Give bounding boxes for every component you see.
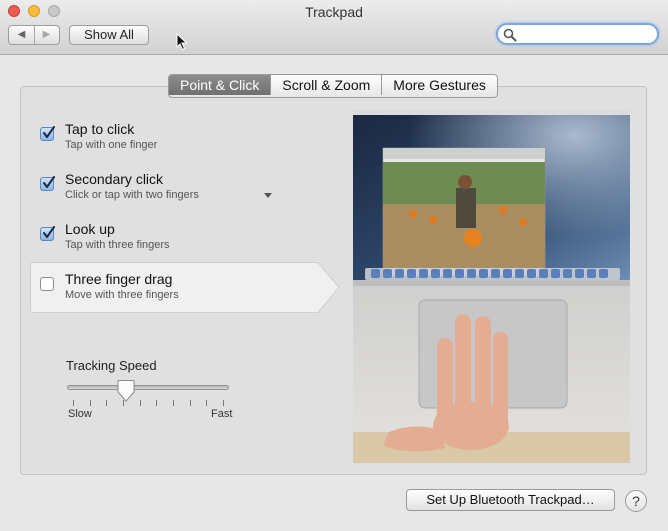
option-subtitle: Tap with one finger	[65, 139, 158, 151]
search-field[interactable]	[496, 23, 659, 45]
slider-tick	[173, 400, 174, 406]
dropdown-arrow-icon[interactable]	[264, 193, 272, 198]
checkmark-icon	[43, 226, 55, 238]
window-title: Trackpad	[305, 4, 363, 20]
option-subtitle: Click or tap with two fingers	[65, 189, 199, 201]
look-up-checkbox[interactable]	[40, 226, 55, 241]
slider-tick	[90, 400, 91, 406]
slider-tick	[106, 400, 107, 406]
tab-more-gestures[interactable]: More Gestures	[382, 75, 497, 95]
checkmark-icon	[43, 176, 55, 188]
option-title: Three finger drag	[65, 271, 173, 287]
option-title: Look up	[65, 221, 115, 237]
mouse-pointer-icon	[176, 33, 188, 51]
checkmark-icon	[43, 126, 55, 138]
slider-tick	[190, 400, 191, 406]
setup-bluetooth-trackpad-button[interactable]: Set Up Bluetooth Trackpad…	[406, 489, 615, 511]
slider-min-label: Slow	[68, 408, 92, 420]
forward-button[interactable]: ▶	[34, 26, 59, 44]
option-title: Secondary click	[65, 171, 164, 187]
slider-thumb[interactable]	[116, 380, 136, 402]
tab-scroll-zoom[interactable]: Scroll & Zoom	[271, 75, 383, 95]
window-titlebar: Trackpad ◀ ▶ Show All	[0, 0, 668, 55]
slider-tick	[140, 400, 141, 406]
slider-ticks	[67, 400, 229, 406]
option-subtitle: Move with three fingers	[65, 289, 179, 301]
tracking-speed-slider[interactable]	[67, 385, 229, 390]
tab-bar: Point & Click Scroll & Zoom More Gesture…	[168, 74, 498, 98]
slider-tick	[73, 400, 74, 406]
slider-tick	[223, 400, 224, 406]
back-button[interactable]: ◀	[9, 26, 35, 44]
slider-tick	[206, 400, 207, 406]
show-all-button[interactable]: Show All	[69, 25, 149, 45]
slider-max-label: Fast	[211, 408, 233, 420]
tab-point-click[interactable]: Point & Click	[169, 75, 272, 95]
selected-option-highlight	[30, 262, 340, 313]
help-button[interactable]: ?	[625, 490, 647, 512]
option-title: Tap to click	[65, 121, 135, 137]
tracking-speed-label: Tracking Speed	[66, 358, 157, 373]
secondary-click-checkbox[interactable]	[40, 176, 55, 191]
option-subtitle: Tap with three fingers	[65, 239, 170, 251]
tap-to-click-checkbox[interactable]	[40, 126, 55, 141]
back-forward-control: ◀ ▶	[8, 25, 60, 45]
slider-tick	[156, 400, 157, 406]
gesture-preview-image	[353, 110, 630, 463]
three-finger-drag-checkbox[interactable]	[40, 277, 54, 291]
search-icon	[503, 28, 517, 42]
